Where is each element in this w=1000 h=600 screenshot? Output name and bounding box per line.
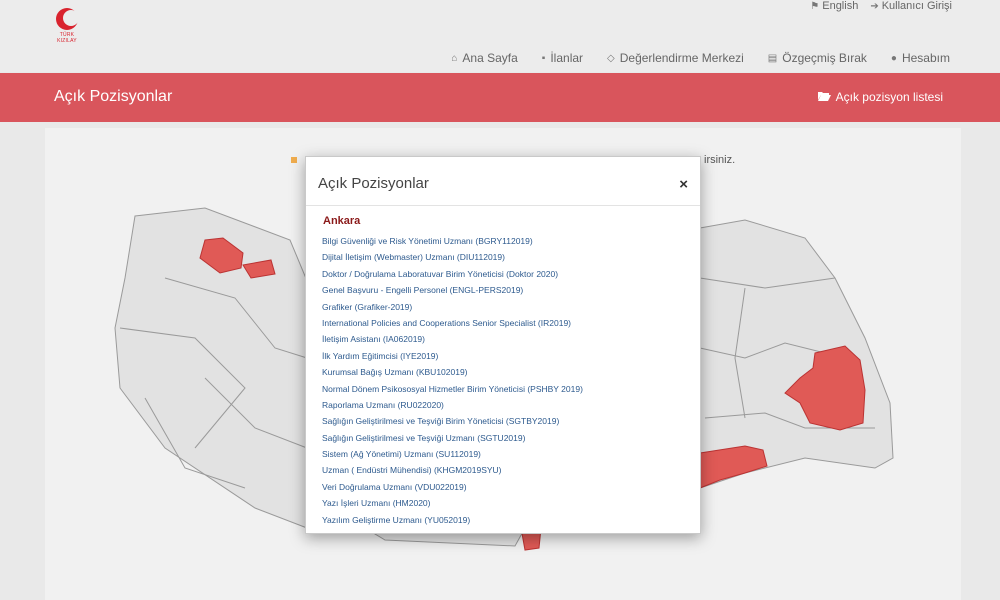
position-link[interactable]: Grafiker (Grafiker-2019) (322, 299, 583, 315)
nav-account[interactable]: ● Hesabım (891, 51, 950, 65)
position-link[interactable]: Sistem (Ağ Yönetimi) Uzmanı (SU112019) (322, 446, 583, 462)
position-link[interactable]: Bilgi Güvenliği ve Risk Yönetimi Uzmanı … (322, 233, 583, 249)
position-link[interactable]: International Policies and Cooperations … (322, 315, 583, 331)
main-nav: ⌂ Ana Sayfa ▪ İlanlar ◇ Değerlendirme Me… (451, 51, 950, 65)
kizilay-logo[interactable]: TÜRK KIZILAY (55, 8, 79, 44)
position-link[interactable]: Dijital İletişim (Webmaster) Uzmanı (DIU… (322, 249, 583, 265)
position-link[interactable]: Sağlığın Geliştirilmesi ve Teşviği Uzman… (322, 430, 583, 446)
nav-assessment-label: Değerlendirme Merkezi (619, 51, 744, 65)
open-positions-modal: Açık Pozisyonlar × Ankara Bilgi Güvenliğ… (305, 156, 701, 534)
province-sanliurfa (699, 445, 768, 489)
position-link[interactable]: Yazı İşleri Uzmanı (HM2020) (322, 495, 583, 511)
close-icon[interactable]: × (679, 176, 688, 193)
open-positions-list-link[interactable]: Açık pozisyon listesi (817, 90, 943, 104)
position-link[interactable]: Normal Dönem Psikososyal Hizmetler Birim… (322, 381, 583, 397)
position-link[interactable]: Doktor / Doğrulama Laboratuvar Birim Yön… (322, 266, 583, 282)
login-label: Kullanıcı Girişi (881, 0, 952, 12)
file-icon: ▤ (767, 52, 778, 64)
nav-cv[interactable]: ▤ Özgeçmiş Bırak (768, 51, 867, 65)
sitemap-icon: ▪ (541, 52, 546, 64)
nav-account-label: Hesabım (901, 51, 950, 65)
folder-open-icon (817, 90, 831, 104)
nav-home[interactable]: ⌂ Ana Sayfa (451, 51, 517, 65)
page-title: Açık Pozisyonlar (54, 88, 173, 105)
crescent-icon (56, 8, 79, 30)
flag-icon: ⚑ (810, 0, 820, 12)
login-link[interactable]: ➔ Kullanıcı Girişi (870, 0, 952, 12)
position-link[interactable]: Kurumsal Bağış Uzmanı (KBU102019) (322, 364, 583, 380)
position-link[interactable]: İletişim Asistanı (IA062019) (322, 331, 583, 347)
top-links: ⚑ English ➔ Kullanıcı Girişi (810, 0, 952, 12)
nav-assessment[interactable]: ◇ Değerlendirme Merkezi (607, 51, 744, 65)
position-link[interactable]: Uzman ( Endüstri Mühendisi) (KHGM2019SYU… (322, 462, 583, 478)
modal-header: Açık Pozisyonlar × (306, 157, 700, 206)
home-icon: ⌂ (451, 52, 458, 64)
hint-marker (291, 157, 297, 163)
top-header: TÜRK KIZILAY ⚑ English ➔ Kullanıcı Giriş… (0, 0, 1000, 72)
position-link[interactable]: Genel Başvuru - Engelli Personel (ENGL-P… (322, 282, 583, 298)
nav-home-label: Ana Sayfa (462, 51, 518, 65)
modal-title: Açık Pozisyonlar (318, 175, 429, 192)
sign-in-icon: ➔ (870, 0, 879, 12)
user-icon: ● (890, 52, 897, 64)
position-link[interactable]: Veri Doğrulama Uzmanı (VDU022019) (322, 479, 583, 495)
position-link[interactable]: İlk Yardım Eğitimcisi (IYE2019) (322, 348, 583, 364)
diamond-icon: ◇ (607, 52, 615, 64)
nav-listings-label: İlanlar (550, 51, 584, 65)
nav-cv-label: Özgeçmiş Bırak (782, 51, 867, 65)
language-label: English (822, 0, 859, 12)
logo-text: TÜRK KIZILAY (57, 32, 77, 44)
position-link[interactable]: Yazılım Geliştirme Uzmanı (YU052019) (322, 512, 583, 528)
position-link[interactable]: Sağlığın Geliştirilmesi ve Teşviği Birim… (322, 413, 583, 429)
hint-text: irsiniz. (704, 154, 736, 166)
city-heading: Ankara (323, 215, 361, 227)
position-link[interactable]: Raporlama Uzmanı (RU022020) (322, 397, 583, 413)
nav-listings[interactable]: ▪ İlanlar (542, 51, 583, 65)
page-banner: Açık Pozisyonlar Açık pozisyon listesi (0, 73, 1000, 122)
language-link[interactable]: ⚑ English (810, 0, 858, 12)
position-list: Bilgi Güvenliği ve Risk Yönetimi Uzmanı … (322, 233, 583, 528)
open-positions-list-label: Açık pozisyon listesi (835, 90, 943, 104)
